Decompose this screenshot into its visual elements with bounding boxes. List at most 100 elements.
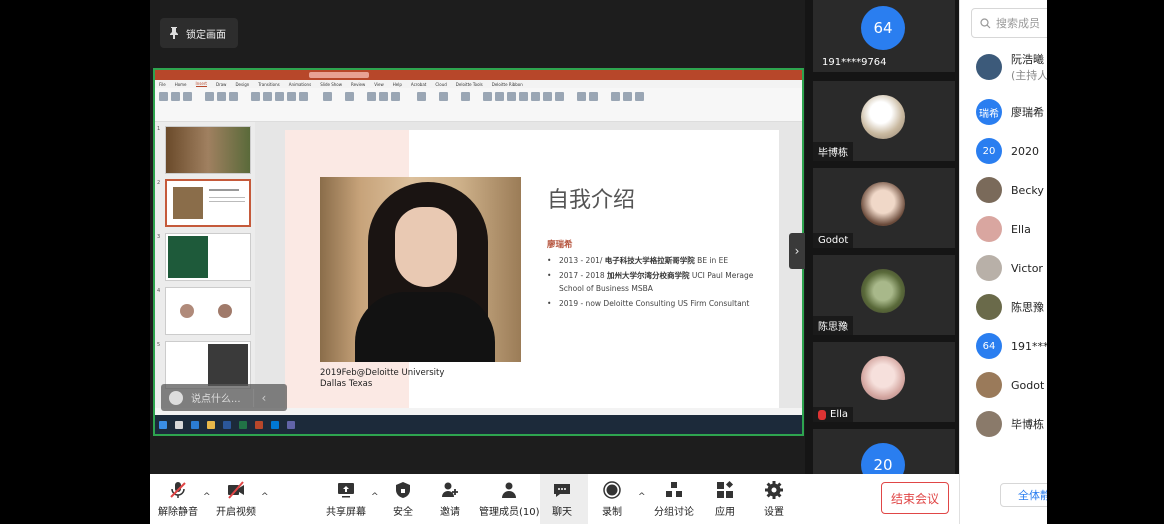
member-row[interactable]: 瑞希 廖瑞希 [976, 99, 1044, 125]
ribbon-command-icon[interactable] [589, 92, 598, 101]
emoji-icon[interactable] [169, 390, 183, 405]
ribbon-command-icon[interactable] [623, 92, 632, 101]
chevron-up-icon[interactable]: ^ [638, 492, 646, 502]
ribbon-command-icon[interactable] [507, 92, 516, 101]
word-icon[interactable] [223, 420, 231, 429]
ppt-tab[interactable]: Design [235, 82, 249, 87]
chevron-up-icon[interactable]: ^ [261, 492, 269, 502]
slide-thumbnail[interactable] [165, 287, 251, 335]
ribbon-command-icon[interactable] [495, 92, 504, 101]
slide-thumbnail[interactable] [165, 341, 251, 389]
ribbon-command-icon[interactable] [611, 92, 620, 101]
ppt-tab[interactable]: View [374, 82, 384, 87]
ppt-tab[interactable]: Draw [216, 82, 226, 87]
ppt-tab[interactable]: Transitions [258, 82, 279, 87]
ribbon-command-icon[interactable] [217, 92, 226, 101]
collapse-video-button[interactable]: › [789, 233, 805, 269]
invite-button[interactable]: 邀请 [440, 480, 460, 518]
ribbon-command-icon[interactable] [439, 92, 448, 101]
start-icon[interactable] [159, 420, 167, 429]
chat-quick-input[interactable]: 说点什么... ‹ [161, 384, 287, 411]
ppt-tab[interactable]: Deloitte Ribbon [492, 82, 523, 87]
ribbon-command-icon[interactable] [555, 92, 564, 101]
member-row[interactable]: 64 191**** [976, 333, 1054, 359]
ribbon-command-icon[interactable] [531, 92, 540, 101]
ribbon-command-icon[interactable] [323, 92, 332, 101]
ppt-tab[interactable]: File [159, 82, 166, 87]
ppt-tab[interactable]: Deloitte Tools [456, 82, 483, 87]
ribbon-command-icon[interactable] [543, 92, 552, 101]
lock-screen-button[interactable]: 锁定画面 [160, 18, 238, 48]
ribbon-command-icon[interactable] [287, 92, 296, 101]
manage-members-button[interactable]: 管理成员(10) [479, 480, 540, 518]
ribbon-command-icon[interactable] [483, 92, 492, 101]
teams-icon[interactable] [287, 420, 295, 429]
ppt-tab[interactable]: Insert [195, 81, 207, 87]
member-name: Victor [1011, 261, 1043, 275]
ribbon-command-icon[interactable] [391, 92, 400, 101]
ribbon-command-icon[interactable] [171, 92, 180, 101]
end-meeting-button[interactable]: 结束会议 [881, 482, 949, 514]
unmute-button[interactable]: 解除静音 [158, 480, 198, 518]
security-button[interactable]: 安全 [393, 480, 413, 518]
ribbon-command-icon[interactable] [183, 92, 192, 101]
member-row[interactable]: 陈思豫 [976, 294, 1044, 320]
ribbon-command-icon[interactable] [299, 92, 308, 101]
video-tile[interactable]: 64 191****9764 [813, 0, 955, 72]
chat-button[interactable]: 聊天 [552, 480, 572, 518]
video-tile[interactable]: Godot [813, 168, 955, 248]
ribbon-command-icon[interactable] [275, 92, 284, 101]
powerpoint-icon[interactable] [255, 420, 263, 429]
ppt-tab[interactable]: Help [393, 82, 402, 87]
ribbon-command-icon[interactable] [263, 92, 272, 101]
ribbon-command-icon[interactable] [461, 92, 470, 101]
member-row[interactable]: Victor [976, 255, 1043, 281]
ppt-search-box[interactable] [309, 72, 369, 78]
ppt-tab[interactable]: Home [175, 82, 187, 87]
ribbon-command-icon[interactable] [577, 92, 586, 101]
start-video-button[interactable]: 开启视频 [216, 480, 256, 518]
ribbon-command-icon[interactable] [417, 92, 426, 101]
ribbon-command-icon[interactable] [159, 92, 168, 101]
settings-button[interactable]: 设置 [764, 480, 784, 518]
ribbon-command-icon[interactable] [345, 92, 354, 101]
member-row[interactable]: 20 2020 [976, 138, 1039, 164]
avatar [861, 182, 905, 226]
video-tile[interactable]: 陈思豫 [813, 255, 955, 335]
ribbon-command-icon[interactable] [367, 92, 376, 101]
chevron-up-icon[interactable]: ^ [371, 492, 379, 502]
ppt-tab[interactable]: Slide Show [320, 82, 342, 87]
member-row[interactable]: 毕博栋 [976, 411, 1044, 437]
share-screen-button[interactable]: 共享屏幕 [326, 480, 366, 518]
ppt-tab[interactable]: Acrobat [411, 82, 426, 87]
ppt-tab[interactable]: Review [351, 82, 365, 87]
member-row[interactable]: Godot [976, 372, 1044, 398]
record-button[interactable]: 录制 [602, 480, 622, 518]
slide-thumbnail[interactable] [165, 126, 251, 174]
ribbon-command-icon[interactable] [229, 92, 238, 101]
video-tile[interactable]: Ella [813, 342, 955, 422]
member-search-input[interactable]: 搜索成员 [971, 8, 1051, 38]
chevron-left-icon[interactable]: ‹ [262, 391, 267, 405]
apps-button[interactable]: 应用 [715, 480, 735, 518]
folder-icon[interactable] [207, 420, 215, 429]
video-tile[interactable]: 毕博栋 [813, 81, 955, 161]
ribbon-command-icon[interactable] [379, 92, 388, 101]
ribbon-command-icon[interactable] [251, 92, 260, 101]
slide-thumbnail-selected[interactable] [165, 179, 251, 227]
ppt-tab[interactable]: Animations [289, 82, 311, 87]
ribbon-command-icon[interactable] [205, 92, 214, 101]
excel-icon[interactable] [239, 420, 247, 429]
search-icon[interactable] [175, 420, 183, 429]
outlook-icon[interactable] [271, 420, 279, 429]
member-row[interactable]: 阮浩曦 (主持人 [976, 51, 1048, 83]
slide-thumbnail[interactable] [165, 233, 251, 281]
member-row[interactable]: Becky [976, 177, 1044, 203]
breakout-button[interactable]: 分组讨论 [654, 480, 694, 518]
ppt-tab[interactable]: Cloud [435, 82, 446, 87]
chevron-up-icon[interactable]: ^ [203, 492, 211, 502]
ribbon-command-icon[interactable] [519, 92, 528, 101]
edge-icon[interactable] [191, 420, 199, 429]
member-row[interactable]: Ella [976, 216, 1031, 242]
ribbon-command-icon[interactable] [635, 92, 644, 101]
